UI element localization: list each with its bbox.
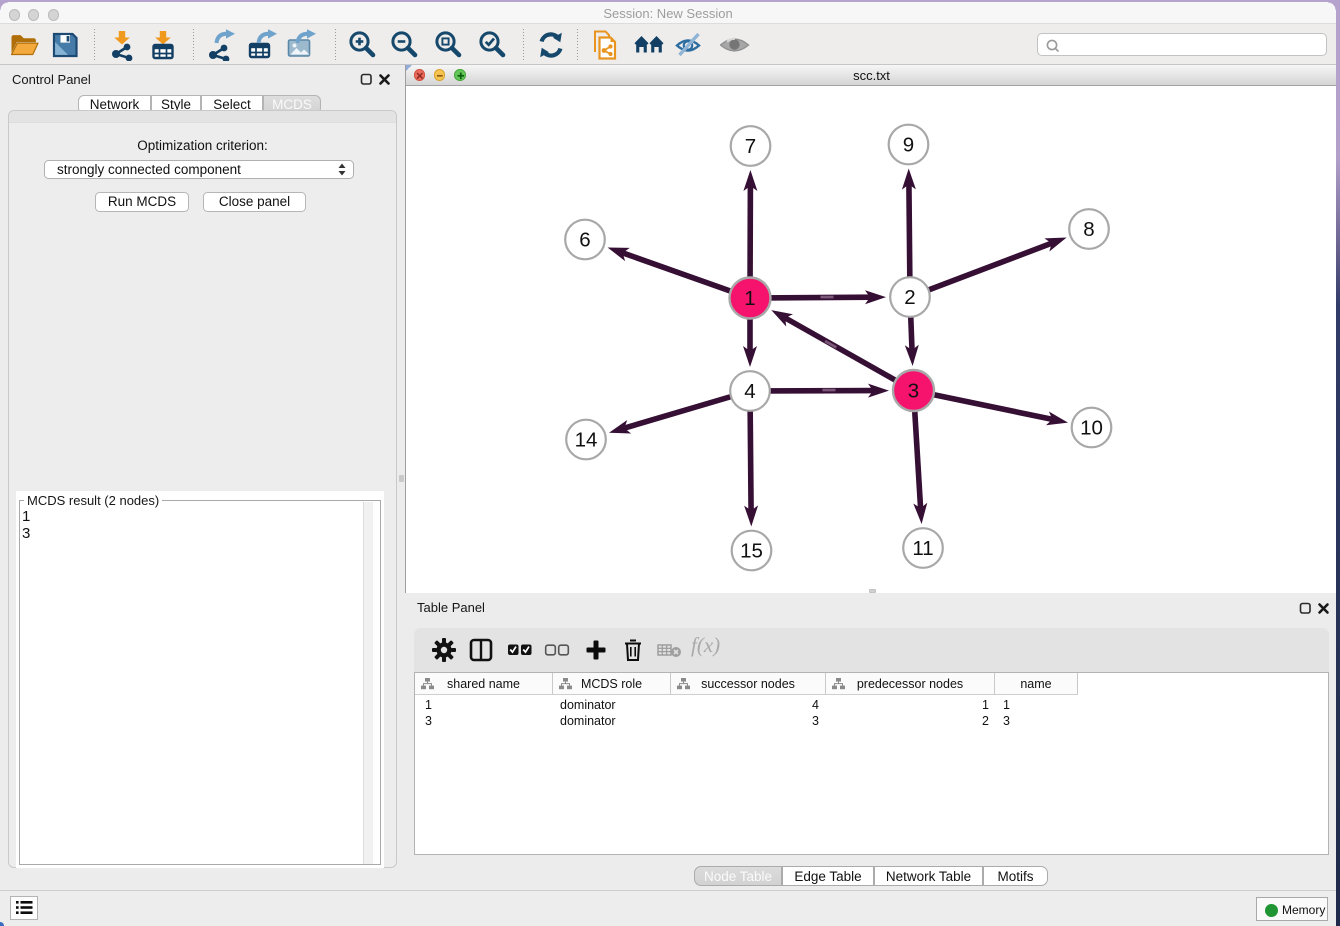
svg-text:11: 11 bbox=[912, 537, 933, 560]
svg-text:14: 14 bbox=[575, 429, 598, 452]
svg-text:4: 4 bbox=[744, 380, 755, 403]
svg-text:6: 6 bbox=[579, 229, 590, 252]
svg-text:9: 9 bbox=[903, 134, 914, 157]
svg-text:15: 15 bbox=[740, 540, 763, 563]
svg-text:8: 8 bbox=[1083, 218, 1094, 241]
svg-text:2: 2 bbox=[904, 286, 915, 309]
svg-text:10: 10 bbox=[1080, 417, 1103, 440]
svg-text:3: 3 bbox=[908, 380, 919, 403]
svg-text:7: 7 bbox=[745, 135, 756, 158]
svg-text:1: 1 bbox=[744, 287, 755, 310]
